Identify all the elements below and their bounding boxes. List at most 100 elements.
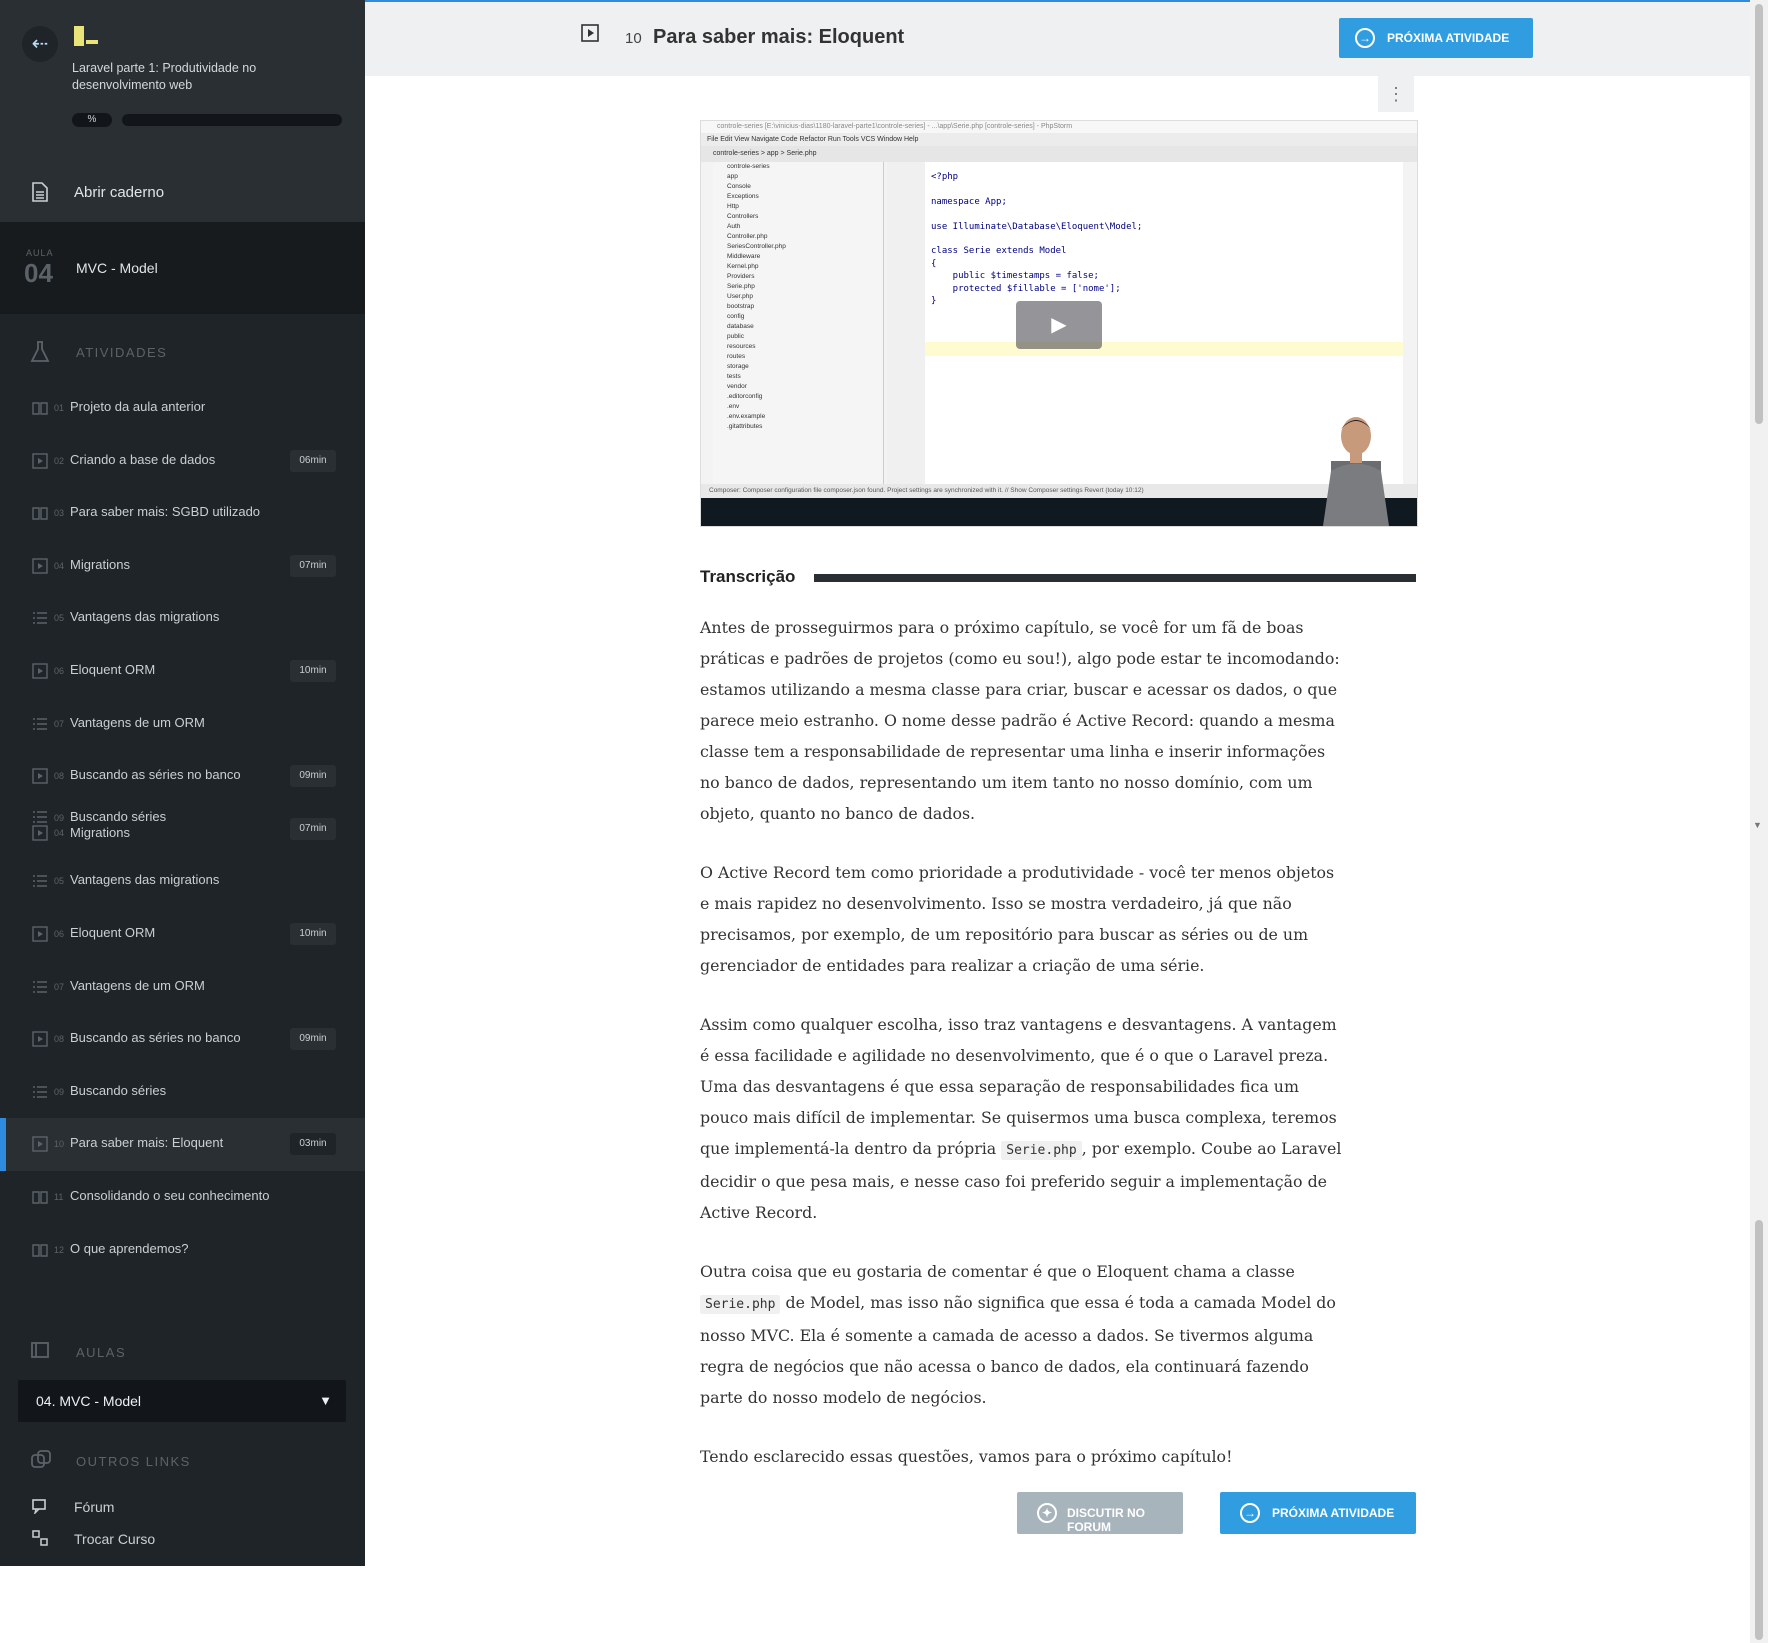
heading-divider [814,574,1416,582]
activity-item[interactable]: 09 Buscando séries 04 Migrations 07min [0,803,365,856]
next-activity-bottom-label: PRÓXIMA ATIVIDADE [1272,1506,1395,1520]
activity-label: Vantagens das migrations [70,872,220,888]
activity-item[interactable]: 05 Vantagens das migrations [0,855,365,908]
back-arrow-icon[interactable]: ⇠ [22,26,58,62]
transcript-paragraph: O Active Record tem como prioridade a pr… [700,863,1335,975]
tree-item: SeriesController.php [727,243,786,250]
list-icon [32,979,48,995]
activity-number: 09 [54,1086,65,1097]
sidebar-header: ⇠ Laravel parte 1: Produtividade no dese… [0,0,365,160]
progress-bar [122,114,342,126]
paragraph-text: Assim como qualquer escolha, isso traz v… [700,1015,1337,1158]
activity-label: Buscando séries [70,1082,167,1098]
activity-label: Consolidando o seu conhecimento [70,1187,270,1203]
next-activity-label: PRÓXIMA ATIVIDADE [1387,31,1510,45]
duration-badge: 03min [290,1133,336,1156]
scrollbar-thumb-secondary[interactable] [1755,1220,1763,1640]
tree-item: Controller.php [727,233,768,240]
activity-item[interactable]: 07 Vantagens de um ORM [0,698,365,751]
other-links-heading-label: OUTROS LINKS [76,1454,191,1469]
activity-number: 01 [54,403,65,413]
activity-label: O que aprendemos? [70,1240,189,1256]
transcript-paragraph: Tendo esclarecido essas questões, vamos … [700,1447,1233,1466]
activity-number: 12 [54,1244,65,1255]
lifebuoy-icon: ✦ [1037,1503,1057,1523]
book-icon [30,1340,50,1365]
activity-number: 05 [54,876,65,887]
activity-number: 02 [54,455,65,466]
activity-item[interactable]: 07 Vantagens de um ORM [0,961,365,1014]
video-player[interactable]: controle-series [E:\vinicius-dias\1180-l… [700,120,1418,527]
switch-course-link[interactable]: Trocar Curso [0,1526,365,1552]
activity-item[interactable]: 06 Eloquent ORM 10min [0,645,365,698]
book-icon [32,505,48,521]
activity-item[interactable]: 05 Vantagens das migrations [0,592,365,645]
activity-item[interactable]: 04 Migrations 07min [0,540,365,593]
scroll-down-icon[interactable]: ▼ [1753,820,1762,830]
activity-number: 08 [54,771,65,782]
paragraph-text: de Model, mas isso não significa que ess… [700,1293,1336,1407]
activity-item[interactable]: 06 Eloquent ORM 10min [0,908,365,961]
duration-badge: 09min [290,765,336,788]
discuss-forum-button[interactable]: ✦ DISCUTIR NO FORUM [1017,1492,1183,1534]
page-scrollbar[interactable]: ▼ [1750,0,1768,1643]
activity-number: 05 [54,613,65,624]
discuss-forum-label: DISCUTIR NO FORUM [1067,1506,1145,1534]
activity-label: Vantagens de um ORM [70,977,205,993]
activity-item[interactable]: 03 Para saber mais: SGBD utilizado [0,487,365,540]
transcript-paragraph: Antes de prosseguirmos para o próximo ca… [700,618,1340,823]
current-lesson: AULA 04 MVC - Model [0,222,365,314]
list-icon [32,1084,48,1100]
scrollbar-thumb[interactable] [1755,4,1763,424]
code-line: class Serie extends Model [931,246,1067,257]
lesson-title: MVC - Model [76,260,158,276]
activity-item[interactable]: 08 Buscando as séries no banco 09min [0,1013,365,1066]
ide-breadcrumb: controle-series > app > Serie.php [701,146,1417,162]
links-icon [30,1449,52,1476]
code-line: namespace App; [931,196,1007,207]
code-line: } [931,296,937,306]
next-activity-bottom-button[interactable]: → PRÓXIMA ATIVIDADE [1220,1492,1416,1534]
activity-number: 04 [54,560,65,571]
code-line: protected $fillable = ['nome']; [931,283,1121,294]
forum-link-label: Fórum [74,1499,115,1515]
activity-item[interactable]: 11 Consolidando o seu conhecimento [0,1171,365,1224]
code-line: { [931,258,937,269]
tree-item: Http [727,203,739,210]
activity-label: Migrations [70,556,130,572]
play-button-icon[interactable]: ▶ [1016,301,1102,349]
activity-item[interactable]: 02 Criando a base de dados 06min [0,435,365,488]
video-icon [32,452,48,469]
lesson-select[interactable]: 04. MVC - Model ▼ [18,1380,346,1422]
activity-number: 06 [54,665,65,676]
ide-project-tree: controle-series app Console Exceptions Http C… [713,162,884,484]
tree-item: bootstrap [727,303,755,310]
more-options-icon[interactable]: ⋮ [1378,76,1414,112]
course-title[interactable]: Laravel parte 1: Produtividade no desenv… [72,60,302,94]
tree-item: .gitattributes [727,423,763,430]
activity-item[interactable]: 09 Buscando séries [0,1066,365,1119]
document-icon [32,182,48,207]
transcript-heading-label: Transcrição [700,567,796,586]
presenter-webcam [1323,417,1389,526]
list-icon [32,610,48,626]
activity-label: Para saber mais: SGBD utilizado [70,504,261,520]
video-icon [581,24,599,47]
activity-item[interactable]: 12 O que aprendemos? [0,1224,365,1277]
open-notebook-link[interactable]: Abrir caderno [0,160,365,222]
forum-link[interactable]: Fórum [0,1494,365,1520]
next-activity-button[interactable]: → PRÓXIMA ATIVIDADE [1339,18,1533,58]
tree-item: Exceptions [727,193,759,200]
arrow-right-circle-icon: → [1240,1503,1260,1523]
video-icon [32,1031,48,1047]
activity-label: Eloquent ORM [70,924,156,940]
activity-number: 10 [54,1139,65,1150]
transcript-paragraph: Assim como qualquer escolha, isso traz v… [700,1009,1345,1228]
activity-item[interactable]: 10 Para saber mais: Eloquent 03min [0,1118,365,1171]
activity-item[interactable]: 01 Projeto da aula anterior [0,382,365,435]
activity-number: 06 [54,928,65,939]
activity-item[interactable]: 08 Buscando as séries no banco 09min [0,750,365,803]
tree-item: Serie.php [727,283,755,290]
lesson-caption: AULA [26,248,54,258]
tree-item: .env.example [727,413,766,420]
